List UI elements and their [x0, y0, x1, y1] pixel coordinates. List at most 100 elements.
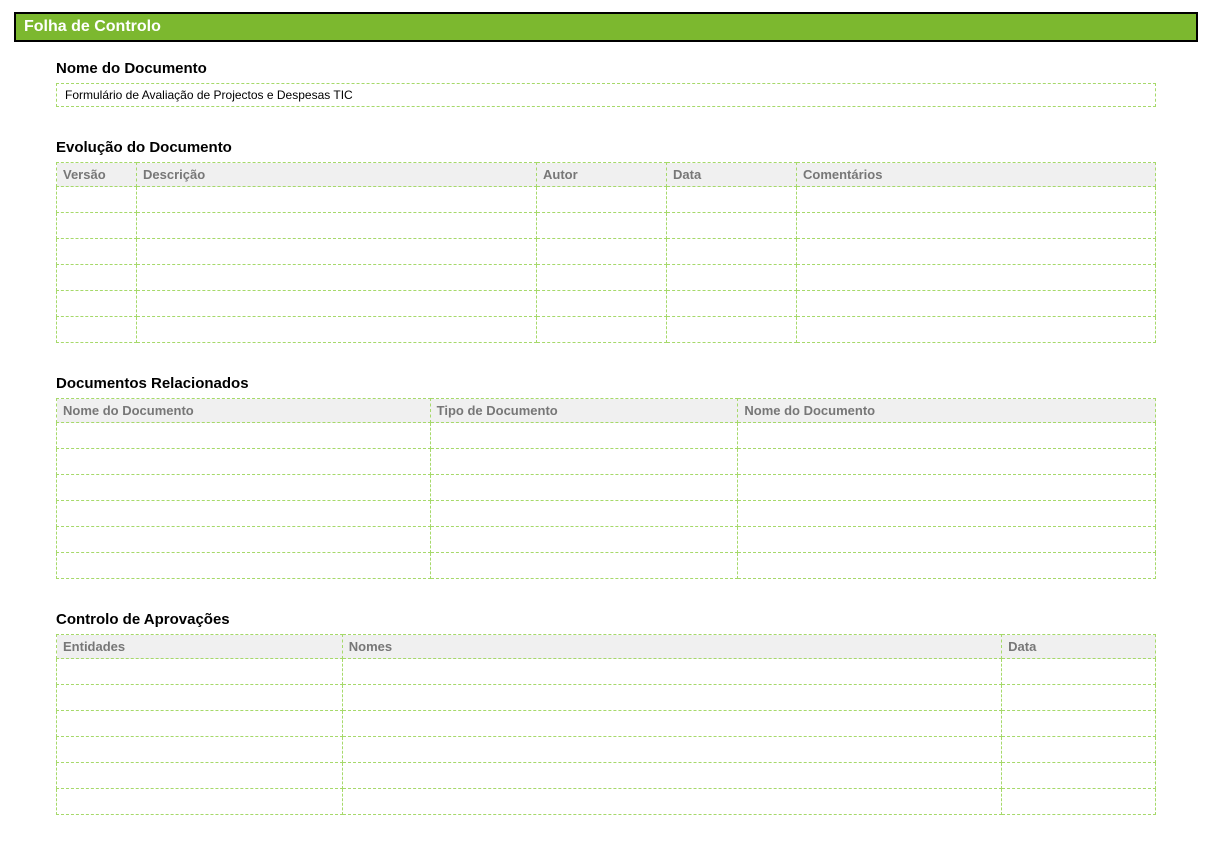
approvals-body: [57, 659, 1156, 815]
table-cell: [137, 187, 537, 213]
table-cell: [667, 265, 797, 291]
section-approvals: Controlo de Aprovações Entidades Nomes D…: [56, 611, 1156, 815]
approvals-th-data: Data: [1002, 635, 1156, 659]
table-cell: [537, 213, 667, 239]
table-row: [57, 685, 1156, 711]
table-row: [57, 763, 1156, 789]
evolucao-body: [57, 187, 1156, 343]
table-cell: [430, 423, 738, 449]
table-cell: [57, 239, 137, 265]
evolucao-th-autor: Autor: [537, 163, 667, 187]
table-cell: [430, 553, 738, 579]
table-cell: [57, 685, 343, 711]
table-cell: [342, 789, 1001, 815]
evolucao-label: Evolução do Documento: [56, 139, 1156, 156]
table-cell: [57, 449, 431, 475]
table-cell: [57, 317, 137, 343]
table-row: [57, 475, 1156, 501]
table-row: [57, 291, 1156, 317]
table-cell: [797, 187, 1156, 213]
table-cell: [1002, 737, 1156, 763]
table-cell: [57, 213, 137, 239]
table-cell: [137, 317, 537, 343]
section-evolucao: Evolução do Documento Versão Descrição A…: [56, 139, 1156, 343]
table-cell: [738, 449, 1156, 475]
table-row: [57, 789, 1156, 815]
table-cell: [137, 265, 537, 291]
table-cell: [738, 501, 1156, 527]
table-cell: [738, 527, 1156, 553]
table-cell: [57, 501, 431, 527]
table-cell: [797, 291, 1156, 317]
table-cell: [430, 527, 738, 553]
evolucao-th-comentarios: Comentários: [797, 163, 1156, 187]
table-cell: [57, 265, 137, 291]
table-cell: [667, 187, 797, 213]
doc-name-value: Formulário de Avaliação de Projectos e D…: [56, 83, 1156, 107]
table-row: [57, 423, 1156, 449]
table-row: [57, 527, 1156, 553]
table-cell: [57, 737, 343, 763]
table-row: [57, 317, 1156, 343]
approvals-th-nomes: Nomes: [342, 635, 1001, 659]
table-cell: [342, 763, 1001, 789]
table-cell: [537, 187, 667, 213]
table-cell: [57, 763, 343, 789]
table-cell: [537, 291, 667, 317]
table-cell: [1002, 763, 1156, 789]
table-cell: [537, 317, 667, 343]
table-cell: [342, 659, 1001, 685]
table-row: [57, 265, 1156, 291]
table-cell: [537, 265, 667, 291]
table-cell: [137, 213, 537, 239]
table-cell: [342, 737, 1001, 763]
table-cell: [537, 239, 667, 265]
table-row: [57, 711, 1156, 737]
table-cell: [57, 789, 343, 815]
table-cell: [667, 317, 797, 343]
table-cell: [1002, 789, 1156, 815]
doc-name-label: Nome do Documento: [56, 60, 1156, 77]
table-cell: [57, 187, 137, 213]
content: Nome do Documento Formulário de Avaliaçã…: [0, 60, 1212, 815]
table-cell: [1002, 711, 1156, 737]
table-cell: [57, 475, 431, 501]
evolucao-th-descricao: Descrição: [137, 163, 537, 187]
table-cell: [738, 553, 1156, 579]
table-cell: [738, 475, 1156, 501]
approvals-label: Controlo de Aprovações: [56, 611, 1156, 628]
table-cell: [430, 449, 738, 475]
table-row: [57, 501, 1156, 527]
table-cell: [667, 239, 797, 265]
table-row: [57, 449, 1156, 475]
table-row: [57, 239, 1156, 265]
table-cell: [137, 291, 537, 317]
approvals-th-entidades: Entidades: [57, 635, 343, 659]
table-cell: [797, 265, 1156, 291]
table-cell: [1002, 685, 1156, 711]
table-cell: [57, 553, 431, 579]
table-cell: [797, 317, 1156, 343]
section-related: Documentos Relacionados Nome do Document…: [56, 375, 1156, 579]
evolucao-th-data: Data: [667, 163, 797, 187]
evolucao-th-versao: Versão: [57, 163, 137, 187]
table-cell: [797, 239, 1156, 265]
header-bar: Folha de Controlo: [14, 12, 1198, 42]
table-cell: [57, 659, 343, 685]
table-row: [57, 659, 1156, 685]
table-cell: [430, 475, 738, 501]
table-row: [57, 213, 1156, 239]
table-cell: [667, 213, 797, 239]
related-th-nome1: Nome do Documento: [57, 399, 431, 423]
table-cell: [137, 239, 537, 265]
table-row: [57, 553, 1156, 579]
evolucao-table: Versão Descrição Autor Data Comentários: [56, 162, 1156, 343]
related-table: Nome do Documento Tipo de Documento Nome…: [56, 398, 1156, 579]
page-title: Folha de Controlo: [24, 18, 1188, 36]
table-cell: [430, 501, 738, 527]
table-cell: [57, 423, 431, 449]
related-label: Documentos Relacionados: [56, 375, 1156, 392]
table-row: [57, 187, 1156, 213]
table-cell: [57, 711, 343, 737]
table-cell: [57, 291, 137, 317]
